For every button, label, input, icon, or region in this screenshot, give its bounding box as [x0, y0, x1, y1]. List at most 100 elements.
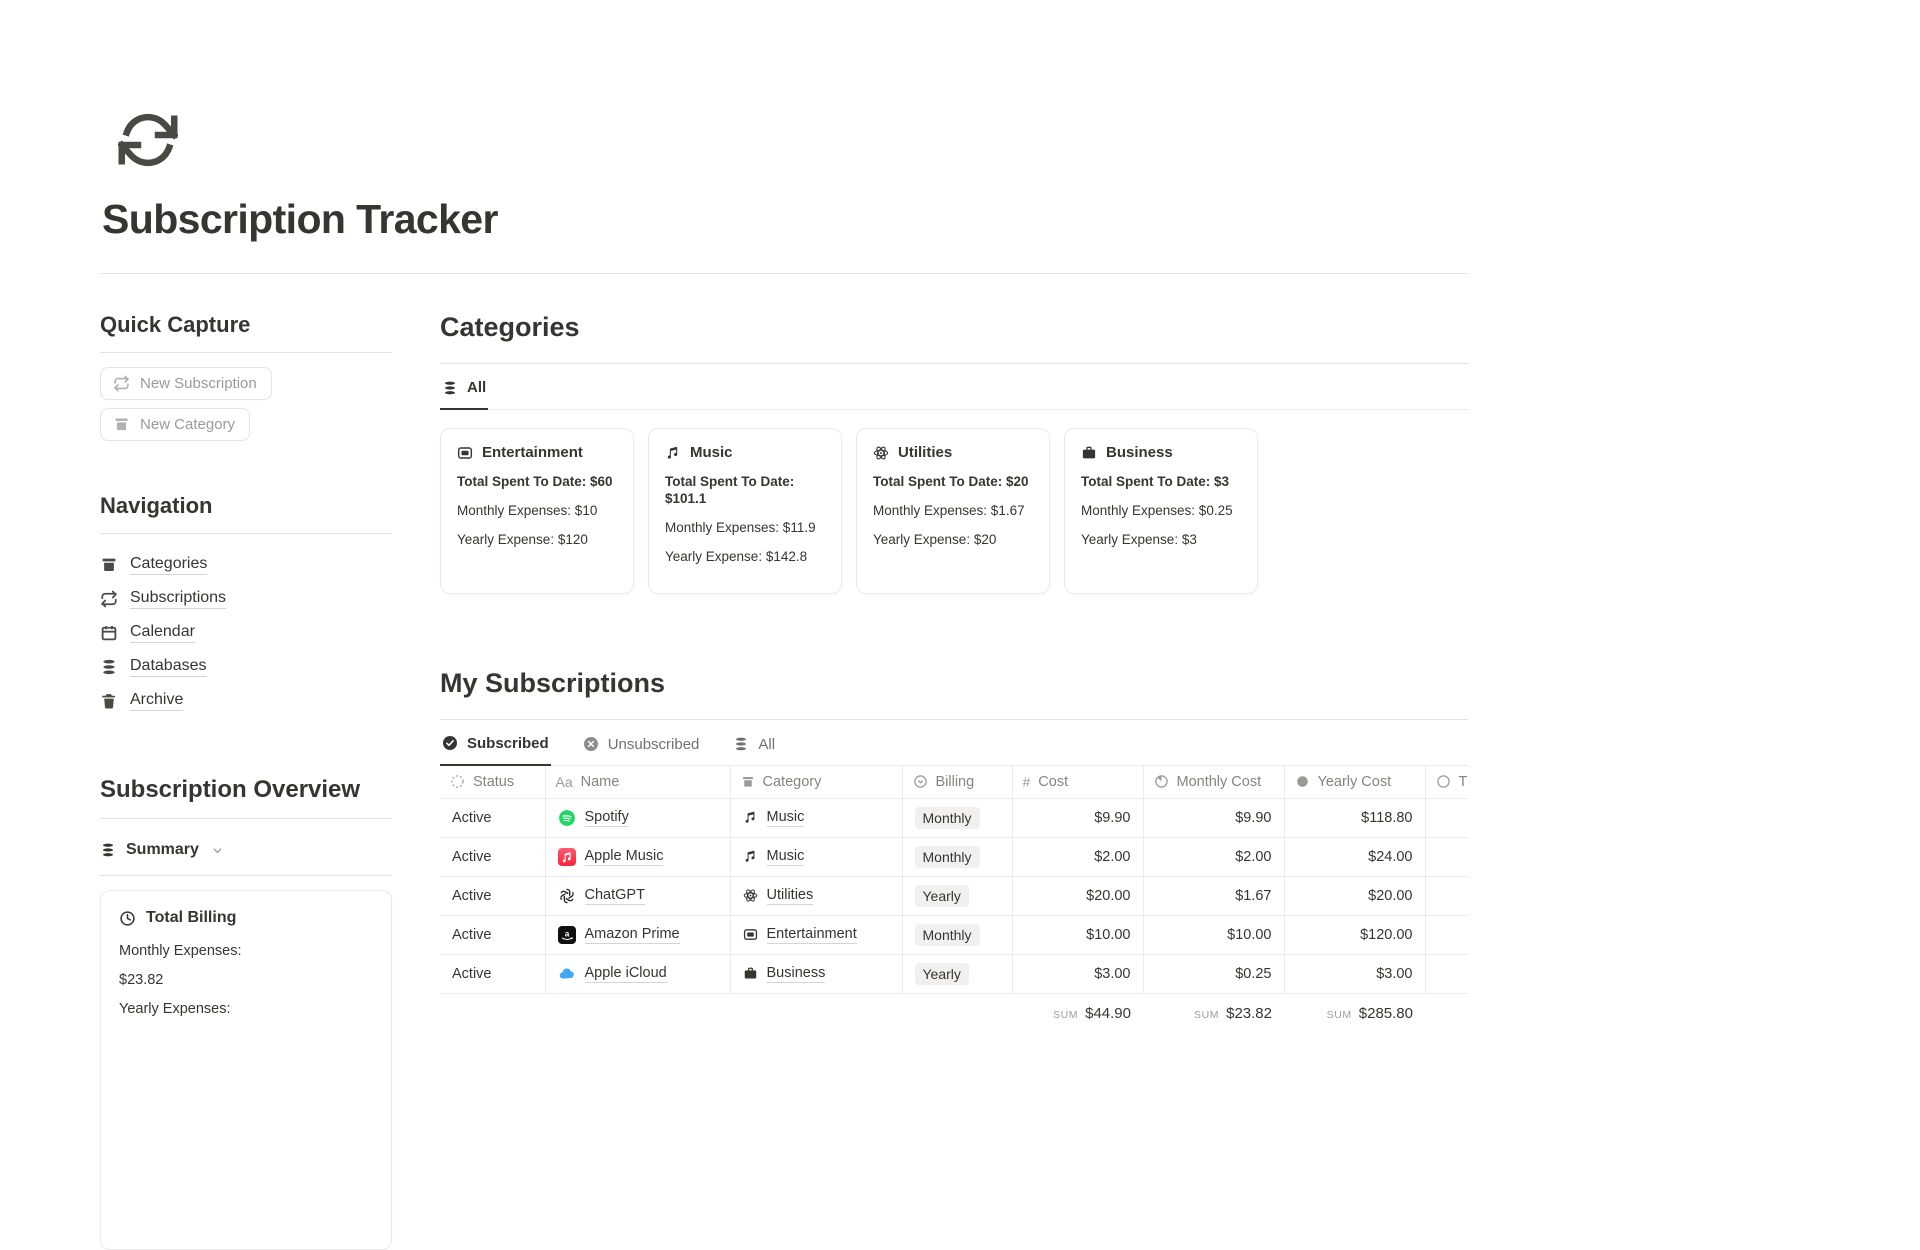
- billing-cell[interactable]: Monthly: [902, 837, 1012, 876]
- name-cell[interactable]: Apple Music: [545, 837, 730, 876]
- category-cell[interactable]: Music: [730, 798, 902, 837]
- monthly-cost-cell[interactable]: $1.67: [1143, 876, 1284, 915]
- new-category-button[interactable]: New Category: [100, 408, 250, 441]
- new-subscription-button[interactable]: New Subscription: [100, 367, 272, 400]
- sidebar-item-subscriptions[interactable]: Subscriptions: [100, 582, 392, 616]
- category-card-music[interactable]: Music Total Spent To Date: $101.1 Monthl…: [648, 428, 842, 594]
- monthly-line: Monthly Expenses: $0.25: [1081, 503, 1241, 520]
- status-cell[interactable]: Active: [440, 915, 545, 954]
- category-name: Entertainment: [482, 444, 583, 461]
- cost-cell[interactable]: $20.00: [1012, 876, 1143, 915]
- yearly-cost-sum[interactable]: SUM$285.80: [1284, 993, 1425, 1030]
- monthly-cost-cell[interactable]: $10.00: [1143, 915, 1284, 954]
- status-cell[interactable]: Active: [440, 837, 545, 876]
- monthly-cost-cell[interactable]: $2.00: [1143, 837, 1284, 876]
- billing-cell[interactable]: Monthly: [902, 798, 1012, 837]
- status-cell[interactable]: Active: [440, 876, 545, 915]
- tab-all-categories[interactable]: All: [440, 364, 488, 410]
- sidebar-item-databases[interactable]: Databases: [100, 650, 392, 684]
- tab-all-subscriptions[interactable]: All: [731, 720, 777, 766]
- navigation-heading: Navigation: [100, 493, 392, 519]
- truncated-cell[interactable]: [1425, 915, 1468, 954]
- database-icon: [733, 736, 749, 752]
- subscription-overview-heading: Subscription Overview: [100, 776, 392, 804]
- quick-capture-heading: Quick Capture: [100, 312, 392, 338]
- select-property-icon: [913, 774, 928, 789]
- cost-cell[interactable]: $10.00: [1012, 915, 1143, 954]
- cost-cell[interactable]: $3.00: [1012, 954, 1143, 993]
- repeat-icon: [113, 375, 130, 392]
- column-header-status[interactable]: Status: [440, 766, 545, 799]
- x-circle-icon: [583, 736, 599, 752]
- repeat-cycle-icon[interactable]: [118, 110, 178, 170]
- sidebar-item-label: Calendar: [130, 623, 195, 643]
- sidebar-item-categories[interactable]: Categories: [100, 548, 392, 582]
- column-header-category[interactable]: Category: [730, 766, 902, 799]
- yearly-line: Yearly Expense: $120: [457, 532, 617, 549]
- tab-unsubscribed[interactable]: Unsubscribed: [581, 720, 702, 766]
- yearly-cost-cell[interactable]: $120.00: [1284, 915, 1425, 954]
- billing-cell[interactable]: Monthly: [902, 915, 1012, 954]
- sum-row: SUM$44.90 SUM$23.82 SUM$285.80: [440, 993, 1468, 1030]
- total-spent-line: Total Spent To Date: $101.1: [665, 474, 825, 508]
- name-cell[interactable]: a Amazon Prime: [545, 915, 730, 954]
- billing-tag: Monthly: [915, 846, 980, 868]
- billing-tag: Yearly: [915, 885, 969, 907]
- cost-sum[interactable]: SUM$44.90: [1012, 993, 1143, 1030]
- name-cell[interactable]: ChatGPT: [545, 876, 730, 915]
- truncated-cell[interactable]: [1425, 954, 1468, 993]
- cost-cell[interactable]: $2.00: [1012, 837, 1143, 876]
- column-header-monthly-cost[interactable]: Monthly Cost: [1143, 766, 1284, 799]
- tab-subscribed[interactable]: Subscribed: [440, 720, 551, 766]
- billing-cell[interactable]: Yearly: [902, 876, 1012, 915]
- yearly-cost-cell[interactable]: $3.00: [1284, 954, 1425, 993]
- billing-tag: Yearly: [915, 963, 969, 985]
- category-cell[interactable]: Utilities: [730, 876, 902, 915]
- category-name: Utilities: [898, 444, 952, 461]
- subscriptions-tabbar: Subscribed Unsubscribed: [440, 720, 1468, 766]
- billing-cell[interactable]: Yearly: [902, 954, 1012, 993]
- status-cell[interactable]: Active: [440, 954, 545, 993]
- cost-cell[interactable]: $9.90: [1012, 798, 1143, 837]
- truncated-cell[interactable]: [1425, 876, 1468, 915]
- billing-tag: Monthly: [915, 924, 980, 946]
- yearly-cost-cell[interactable]: $118.80: [1284, 798, 1425, 837]
- database-icon: [442, 380, 458, 396]
- sidebar-item-archive[interactable]: Archive: [100, 684, 392, 718]
- monthly-cost-cell[interactable]: $9.90: [1143, 798, 1284, 837]
- column-header-name[interactable]: Aa Name: [545, 766, 730, 799]
- column-header-truncated[interactable]: T: [1425, 766, 1468, 799]
- column-header-yearly-cost[interactable]: Yearly Cost: [1284, 766, 1425, 799]
- repeat-icon: [100, 590, 118, 608]
- yearly-cost-cell[interactable]: $24.00: [1284, 837, 1425, 876]
- name-cell[interactable]: Apple iCloud: [545, 954, 730, 993]
- subscription-tracker-page: Subscription Tracker Quick Capture New S…: [100, 0, 1468, 1250]
- monthly-cost-sum[interactable]: SUM$23.82: [1143, 993, 1284, 1030]
- category-cell[interactable]: Business: [730, 954, 902, 993]
- monthly-cost-cell[interactable]: $0.25: [1143, 954, 1284, 993]
- sidebar-item-label: Subscriptions: [130, 589, 226, 609]
- category-cell[interactable]: Entertainment: [730, 915, 902, 954]
- database-icon: [100, 658, 118, 676]
- page-title: Subscription Tracker: [102, 196, 1468, 243]
- trash-icon: [100, 692, 118, 710]
- yearly-cost-cell[interactable]: $20.00: [1284, 876, 1425, 915]
- category-card-entertainment[interactable]: Entertainment Total Spent To Date: $60 M…: [440, 428, 634, 594]
- subscriptions-table: Status Aa Name Category: [440, 766, 1468, 1030]
- category-cell[interactable]: Music: [730, 837, 902, 876]
- total-spent-line: Total Spent To Date: $60: [457, 474, 617, 491]
- truncated-cell[interactable]: [1425, 837, 1468, 876]
- status-cell[interactable]: Active: [440, 798, 545, 837]
- category-card-utilities[interactable]: Utilities Total Spent To Date: $20 Month…: [856, 428, 1050, 594]
- monthly-expenses-value: $23.82: [119, 972, 373, 988]
- sidebar-item-calendar[interactable]: Calendar: [100, 616, 392, 650]
- monthly-line: Monthly Expenses: $11.9: [665, 520, 825, 537]
- total-spent-line: Total Spent To Date: $20: [873, 474, 1033, 491]
- summary-view-selector[interactable]: Summary: [100, 833, 392, 875]
- categories-tabbar: All: [440, 364, 1468, 410]
- name-cell[interactable]: Spotify: [545, 798, 730, 837]
- truncated-cell[interactable]: [1425, 798, 1468, 837]
- column-header-cost[interactable]: # Cost: [1012, 766, 1143, 799]
- category-card-business[interactable]: Business Total Spent To Date: $3 Monthly…: [1064, 428, 1258, 594]
- column-header-billing[interactable]: Billing: [902, 766, 1012, 799]
